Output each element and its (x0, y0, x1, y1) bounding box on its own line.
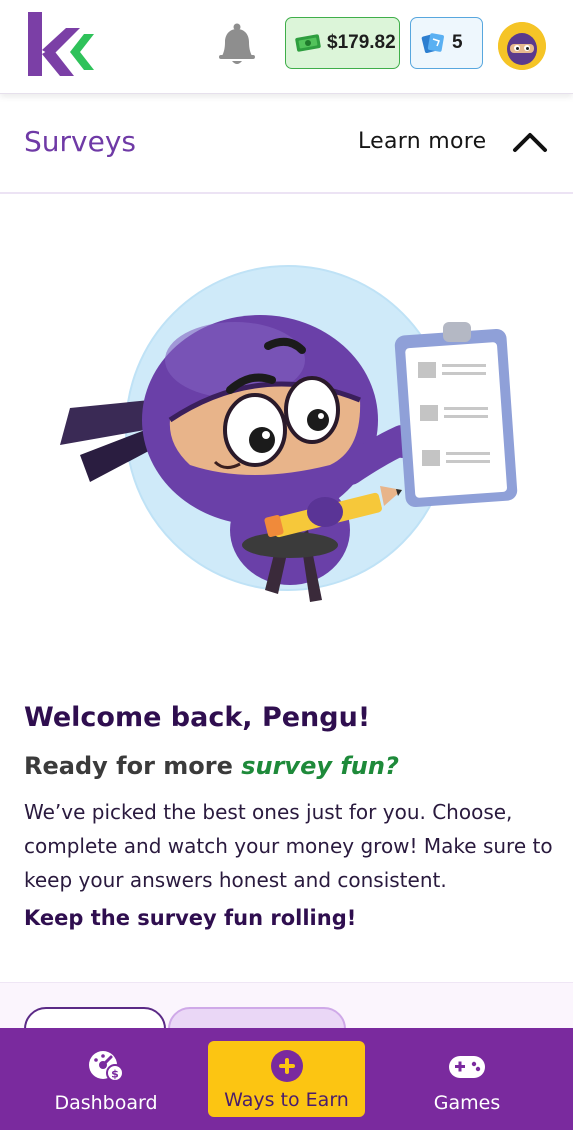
nav-dashboard-label: Dashboard (54, 1092, 158, 1114)
avatar[interactable] (498, 22, 546, 70)
page-title: Surveys (24, 125, 136, 158)
nav-games[interactable]: Games (400, 1028, 534, 1130)
bottom-nav: $ Dashboard Ways to Earn Games (0, 1028, 573, 1130)
dashboard-icon: $ (89, 1051, 124, 1082)
learn-more-link[interactable]: Learn more (358, 129, 486, 154)
chevron-up-icon[interactable] (512, 131, 548, 153)
gem-count-pill[interactable]: 5 (410, 17, 483, 69)
ninja-avatar-icon (498, 22, 546, 70)
ready-subheading: Ready for more survey fun? (24, 752, 399, 780)
cash-balance-pill[interactable]: $179.82 (285, 17, 400, 69)
nav-ways-to-earn-label: Ways to Earn (224, 1089, 349, 1111)
cash-icon (295, 34, 321, 52)
gem-count: 5 (452, 32, 463, 53)
ready-prefix: Ready for more (24, 752, 242, 780)
nav-dashboard[interactable]: $ Dashboard (36, 1028, 176, 1130)
cash-balance: $179.82 (327, 32, 396, 53)
surveys-header: Surveys Learn more (0, 95, 573, 194)
intro-body: We’ve picked the best ones just for you.… (24, 800, 553, 892)
gamepad-icon (449, 1056, 485, 1078)
welcome-heading: Welcome back, Pengu! (24, 702, 371, 733)
plus-circle-icon (270, 1050, 303, 1082)
cta-text: Keep the survey fun rolling! (24, 906, 357, 930)
top-bar: $179.82 5 (0, 0, 573, 94)
logo-icon[interactable] (22, 10, 96, 80)
ninja-survey-illustration (60, 265, 518, 602)
ready-accent: survey fun? (241, 752, 399, 780)
svg-text:$: $ (111, 1068, 119, 1081)
bell-icon[interactable] (214, 22, 260, 68)
nav-ways-to-earn[interactable]: Ways to Earn (208, 1041, 365, 1117)
nav-games-label: Games (433, 1092, 501, 1114)
gem-icon (421, 33, 444, 54)
